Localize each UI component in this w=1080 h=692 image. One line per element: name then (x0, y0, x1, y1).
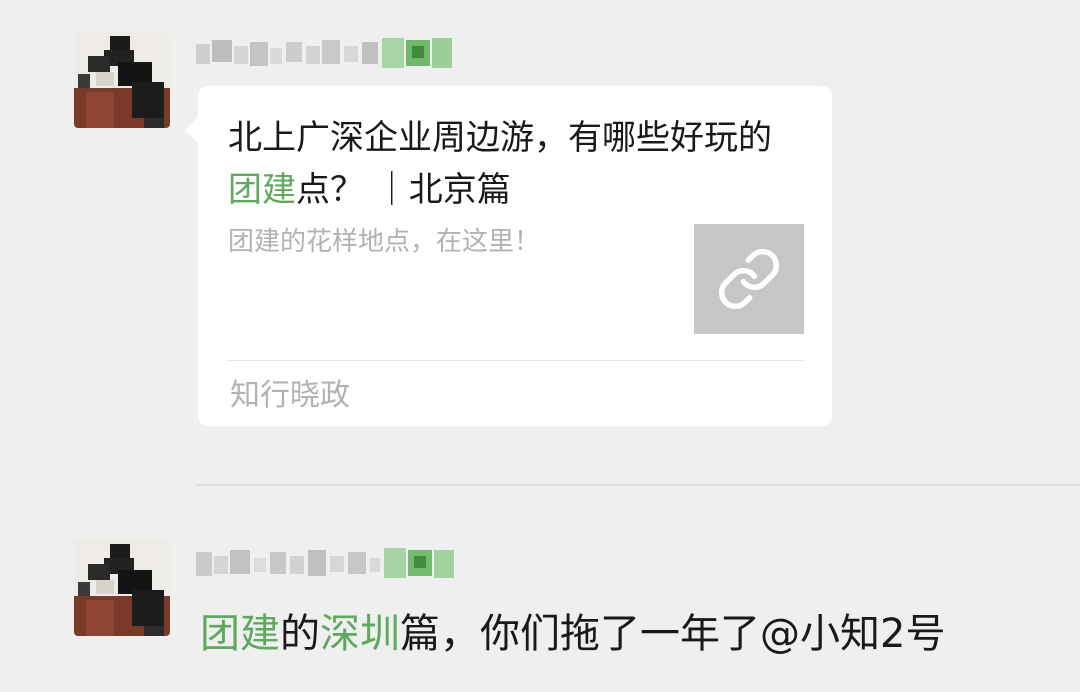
sender-name-pixelated (196, 38, 452, 68)
text-message[interactable]: 团建的深圳篇，你们拖了一年了@小知2号 (200, 606, 945, 662)
link-card[interactable]: 北上广深企业周边游，有哪些好玩的团建点？ ｜北京篇 团建的花样地点，在这里！ 知… (185, 86, 832, 426)
message-text: 的 (280, 611, 320, 657)
avatar-image (74, 32, 170, 128)
avatar-image (74, 540, 170, 636)
message-text: 篇，你们拖了一年了@小知2号 (400, 611, 946, 657)
sender-name (196, 544, 466, 584)
link-card-thumbnail (694, 224, 804, 334)
message-keyword-highlight: 深圳 (320, 611, 400, 657)
link-card-description: 团建的花样地点，在这里！ (228, 227, 541, 257)
message-keyword-highlight: 团建 (200, 611, 280, 657)
link-card-source: 知行晓政 (230, 378, 350, 413)
title-text: 北上广深企业周边游，有哪些好玩的 (228, 118, 772, 158)
avatar[interactable] (74, 540, 170, 636)
bubble-tail (185, 116, 199, 144)
title-text-end: 点？ ｜北京篇 (296, 170, 511, 210)
title-keyword-highlight: 团建 (228, 170, 296, 210)
avatar[interactable] (74, 32, 170, 128)
card-divider (226, 360, 804, 361)
link-icon (718, 249, 780, 309)
sender-name (196, 34, 466, 74)
sender-name-pixelated (196, 548, 454, 578)
message-separator (196, 484, 1080, 486)
link-card-title: 北上广深企业周边游，有哪些好玩的团建点？ ｜北京篇 (228, 112, 798, 216)
